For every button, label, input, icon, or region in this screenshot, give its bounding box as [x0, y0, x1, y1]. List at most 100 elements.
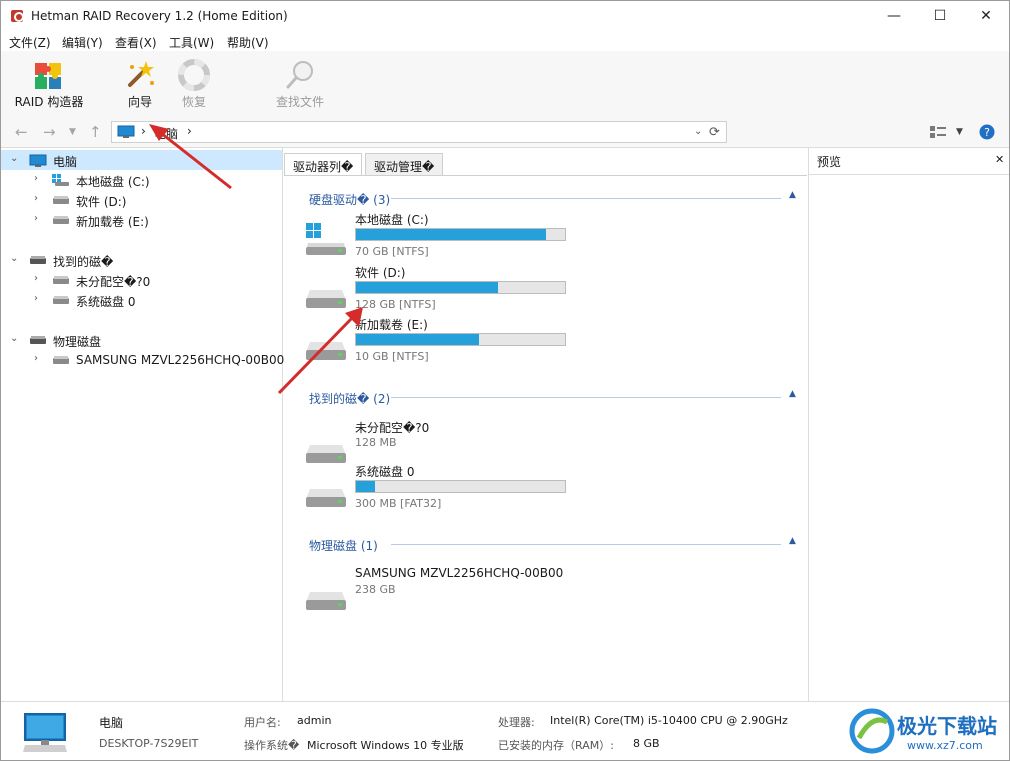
tree-label: 电脑 — [53, 155, 78, 169]
group-header-hdd[interactable]: 硬盘驱动� (3) ▲ — [309, 190, 799, 207]
path-computer[interactable]: 电脑 — [154, 125, 178, 142]
status-user-value: admin — [297, 714, 332, 727]
app-icon — [10, 8, 26, 24]
title-bar: Hetman RAID Recovery 1.2 (Home Edition) … — [1, 1, 1009, 31]
address-dropdown-icon[interactable]: ⌄ — [694, 126, 702, 137]
tree-item-found[interactable]: ⌄ 找到的磁� — [1, 250, 282, 270]
tree-item-drive-c[interactable]: › 本地磁盘 (C:) — [1, 170, 282, 190]
app-window: Hetman RAID Recovery 1.2 (Home Edition) … — [0, 0, 1010, 761]
restore-label: 恢复 — [181, 95, 206, 109]
find-file-label: 查找文件 — [275, 95, 324, 109]
tab-drive-manager[interactable]: 驱动管理� — [365, 153, 444, 175]
group-header-found[interactable]: 找到的磁� (2) ▲ — [309, 389, 799, 406]
tree-item-drive-e[interactable]: › 新加载卷 (E:) — [1, 210, 282, 230]
chevron-right-icon[interactable]: › — [34, 213, 38, 224]
group-header-physical[interactable]: 物理磁盘 (1) ▲ — [309, 536, 799, 553]
status-cpu-value: Intel(R) Core(TM) i5-10400 CPU @ 2.90GHz — [550, 714, 788, 727]
chevron-right-icon[interactable]: › — [34, 273, 38, 284]
preview-close-icon[interactable]: ✕ — [995, 153, 1004, 166]
chevron-right-icon[interactable]: › — [34, 293, 38, 304]
chevron-down-icon[interactable]: ⌄ — [10, 153, 18, 164]
raid-builder-label: RAID 构造器 — [14, 95, 84, 109]
drive-name: 系统磁盘 0 — [355, 465, 415, 479]
tree-item-drive-d[interactable]: › 软件 (D:) — [1, 190, 282, 210]
chevron-down-icon[interactable]: ⌄ — [10, 333, 18, 344]
drive-item-e[interactable]: 新加载卷 (E:) 10 GB [NTFS] — [304, 316, 594, 368]
drive-icon — [304, 340, 348, 362]
wizard-button[interactable]: 向导 — [113, 57, 167, 111]
drive-info: 238 GB — [355, 583, 396, 596]
drive-item-d[interactable]: 软件 (D:) 128 GB [NTFS] — [304, 264, 594, 316]
status-bar: 电脑 DESKTOP-7S29EIT 用户名: admin 操作系统� Micr… — [1, 701, 1009, 760]
status-hostname: DESKTOP-7S29EIT — [99, 737, 199, 750]
tree-item-computer[interactable]: ⌄ 电脑 — [1, 150, 282, 170]
chevron-right-icon[interactable]: › — [34, 193, 38, 204]
menu-view[interactable]: 查看(X) — [115, 34, 157, 51]
drive-icon — [30, 254, 46, 264]
tree-label: 系统磁盘 0 — [76, 295, 136, 309]
drive-item-system-disk[interactable]: 系统磁盘 0 300 MB [FAT32] — [304, 463, 594, 515]
drive-item-c[interactable]: 本地磁盘 (C:) 70 GB [NTFS] — [304, 211, 594, 263]
magic-wand-icon — [124, 59, 156, 91]
menu-edit[interactable]: 编辑(Y) — [62, 34, 103, 51]
history-dropdown-icon[interactable]: ▼ — [69, 127, 76, 137]
chevron-right-icon[interactable]: › — [34, 173, 38, 184]
drive-info: 10 GB [NTFS] — [355, 350, 429, 363]
usage-bar — [355, 281, 566, 294]
usage-bar-fill — [356, 229, 547, 240]
status-os-value: Microsoft Windows 10 专业版 — [307, 739, 464, 752]
tree-item-system-disk[interactable]: › 系统磁盘 0 — [1, 290, 282, 310]
watermark-url: www.xz7.com — [907, 739, 983, 752]
path-separator-end: › — [187, 124, 192, 138]
tree-item-samsung[interactable]: › SAMSUNG MZVL2256HCHQ-00B00 — [1, 350, 285, 370]
windows-drive-icon — [52, 174, 70, 186]
address-bar[interactable]: › 电脑 › ⌄ — [111, 121, 727, 143]
preview-divider — [809, 174, 1009, 175]
up-arrow-icon[interactable]: ↑ — [89, 123, 102, 141]
chevron-down-icon[interactable]: ⌄ — [10, 253, 18, 264]
drive-name: 新加载卷 (E:) — [355, 318, 428, 332]
collapse-icon[interactable]: ▲ — [789, 389, 796, 399]
tree-label: SAMSUNG MZVL2256HCHQ-00B00 — [76, 353, 285, 367]
tree-item-physical[interactable]: ⌄ 物理磁盘 — [1, 330, 282, 350]
drive-info: 300 MB [FAT32] — [355, 497, 442, 510]
usage-bar — [355, 333, 566, 346]
usage-bar-fill — [356, 481, 375, 492]
drive-icon — [53, 194, 69, 204]
drive-icon — [304, 590, 348, 612]
path-separator: › — [141, 124, 146, 138]
help-icon[interactable]: ? — [979, 124, 995, 140]
find-file-button[interactable]: 查找文件 — [265, 57, 335, 111]
watermark-text: 极光下载站 — [897, 714, 997, 738]
status-ram-value: 8 GB — [633, 737, 660, 750]
view-mode-icon[interactable] — [929, 125, 947, 139]
restore-button[interactable]: 恢复 — [167, 57, 221, 111]
minimize-button[interactable]: — — [871, 1, 917, 31]
raid-builder-button[interactable]: RAID 构造器 — [9, 57, 89, 111]
view-dropdown-icon[interactable]: ▼ — [956, 127, 963, 137]
close-button[interactable]: ✕ — [963, 1, 1009, 31]
wizard-label: 向导 — [127, 95, 152, 109]
forward-arrow-icon[interactable]: → — [43, 123, 56, 141]
collapse-icon[interactable]: ▲ — [789, 190, 796, 200]
drive-icon — [53, 214, 69, 224]
menu-tools[interactable]: 工具(W) — [169, 34, 214, 51]
maximize-button[interactable]: ☐ — [917, 1, 963, 31]
tab-drive-list[interactable]: 驱动器列� — [284, 153, 363, 175]
refresh-icon[interactable]: ⟳ — [709, 125, 720, 140]
group-title: 硬盘驱动� (3) — [309, 193, 391, 207]
status-user-label: 用户名: — [244, 716, 281, 729]
back-arrow-icon[interactable]: ← — [15, 123, 28, 141]
tree-label: 未分配空�?0 — [76, 275, 151, 289]
group-divider — [391, 397, 781, 398]
tree-item-unallocated[interactable]: › 未分配空�?0 — [1, 270, 282, 290]
drive-icon — [30, 334, 46, 344]
drive-item-samsung[interactable]: SAMSUNG MZVL2256HCHQ-00B00 238 GB — [304, 566, 594, 618]
group-divider — [391, 544, 781, 545]
menu-help[interactable]: 帮助(V) — [227, 34, 269, 51]
chevron-right-icon[interactable]: › — [34, 353, 38, 364]
menu-file[interactable]: 文件(Z) — [9, 34, 51, 51]
collapse-icon[interactable]: ▲ — [789, 536, 796, 546]
drive-info: 128 GB [NTFS] — [355, 298, 436, 311]
drive-name: 本地磁盘 (C:) — [355, 213, 429, 227]
